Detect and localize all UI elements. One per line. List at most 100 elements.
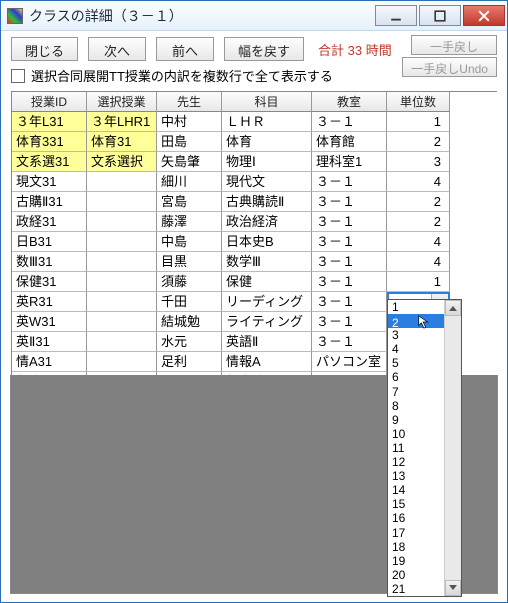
table-cell[interactable]: 体育館 [312, 132, 387, 152]
table-cell[interactable]: ３－１ [312, 312, 387, 332]
table-cell[interactable] [87, 172, 157, 192]
table-cell[interactable]: 目黒 [157, 252, 222, 272]
table-cell[interactable]: 文系選31 [12, 152, 87, 172]
prev-button[interactable]: 前へ [156, 37, 214, 61]
dropdown-item[interactable]: 11 [388, 441, 444, 455]
table-cell[interactable]: 英R31 [12, 292, 87, 312]
dropdown-item[interactable]: 8 [388, 399, 444, 413]
table-cell[interactable]: 1 [387, 112, 450, 132]
table-cell[interactable]: 4 [387, 232, 450, 252]
table-cell[interactable]: 情A31 [12, 352, 87, 372]
table-cell[interactable]: ３－１ [312, 192, 387, 212]
table-cell[interactable] [87, 312, 157, 332]
dropdown-item[interactable]: 7 [388, 385, 444, 399]
dropdown-item[interactable]: 12 [388, 455, 444, 469]
table-cell[interactable]: ３－１ [312, 292, 387, 312]
dropdown-item[interactable]: 13 [388, 469, 444, 483]
table-cell[interactable]: ＬＨＲ [222, 112, 312, 132]
table-cell[interactable] [87, 252, 157, 272]
table-cell[interactable]: 英Ⅱ31 [12, 332, 87, 352]
table-cell[interactable]: 古購Ⅱ31 [12, 192, 87, 212]
dropdown-item[interactable]: 15 [388, 497, 444, 511]
table-cell[interactable]: 政治経済 [222, 212, 312, 232]
dropdown-item[interactable]: 19 [388, 554, 444, 568]
dropdown-item[interactable]: 6 [388, 370, 444, 384]
table-cell[interactable]: 英W31 [12, 312, 87, 332]
table-cell[interactable]: 足利 [157, 352, 222, 372]
table-cell[interactable]: 日本史B [222, 232, 312, 252]
dropdown-item[interactable]: 2 [388, 314, 444, 328]
table-cell[interactable]: ライティング [222, 312, 312, 332]
table-cell[interactable]: 矢島肇 [157, 152, 222, 172]
minimize-button[interactable] [375, 5, 417, 26]
table-cell[interactable]: 中島 [157, 232, 222, 252]
dropdown-item[interactable]: 18 [388, 540, 444, 554]
dropdown-item[interactable]: 4 [388, 342, 444, 356]
table-cell[interactable]: 政経31 [12, 212, 87, 232]
table-cell[interactable] [87, 332, 157, 352]
multiline-checkbox[interactable] [11, 69, 25, 83]
units-dropdown[interactable]: 123456789101112131415161718192021 [387, 299, 462, 597]
table-cell[interactable]: 3 [387, 152, 450, 172]
scroll-up-button[interactable] [445, 300, 461, 316]
table-cell[interactable]: 数学Ⅲ [222, 252, 312, 272]
table-cell[interactable]: 保健31 [12, 272, 87, 292]
table-cell[interactable]: 日B31 [12, 232, 87, 252]
undo-button[interactable]: 一手戻し [411, 35, 497, 55]
table-cell[interactable]: ３年L31 [12, 112, 87, 132]
table-cell[interactable]: 物理Ⅰ [222, 152, 312, 172]
dropdown-item[interactable]: 1 [388, 300, 444, 314]
col-header[interactable]: 教室 [312, 92, 387, 112]
table-cell[interactable]: 4 [387, 252, 450, 272]
table-cell[interactable]: ３－１ [312, 272, 387, 292]
table-cell[interactable]: 結城勉 [157, 312, 222, 332]
table-cell[interactable]: 現代文 [222, 172, 312, 192]
dropdown-item[interactable]: 10 [388, 427, 444, 441]
table-cell[interactable] [87, 272, 157, 292]
table-cell[interactable]: 体育331 [12, 132, 87, 152]
table-cell[interactable]: 水元 [157, 332, 222, 352]
dropdown-item[interactable]: 16 [388, 511, 444, 525]
table-cell[interactable]: ３－１ [312, 112, 387, 132]
table-cell[interactable]: 中村 [157, 112, 222, 132]
table-cell[interactable]: ３－１ [312, 332, 387, 352]
table-cell[interactable] [87, 292, 157, 312]
dropdown-item[interactable]: 14 [388, 483, 444, 497]
dropdown-item[interactable]: 9 [388, 413, 444, 427]
table-cell[interactable]: 細川 [157, 172, 222, 192]
table-cell[interactable] [87, 352, 157, 372]
maximize-button[interactable] [419, 5, 461, 26]
table-cell[interactable]: 宮島 [157, 192, 222, 212]
table-cell[interactable]: ３年LHR1 [87, 112, 157, 132]
table-cell[interactable]: 英語Ⅱ [222, 332, 312, 352]
dropdown-item[interactable]: 21 [388, 582, 444, 596]
close-window-button[interactable] [463, 5, 505, 26]
col-header[interactable]: 科目 [222, 92, 312, 112]
col-header[interactable]: 選択授業 [87, 92, 157, 112]
table-cell[interactable]: 文系選択 [87, 152, 157, 172]
table-cell[interactable]: 数Ⅲ31 [12, 252, 87, 272]
table-cell[interactable]: 理科室1 [312, 152, 387, 172]
next-button[interactable]: 次へ [88, 37, 146, 61]
table-cell[interactable] [87, 212, 157, 232]
table-cell[interactable]: 2 [387, 212, 450, 232]
col-header[interactable]: 先生 [157, 92, 222, 112]
table-cell[interactable]: ３－１ [312, 252, 387, 272]
reset-width-button[interactable]: 幅を戻す [224, 37, 304, 61]
table-cell[interactable]: ３－１ [312, 172, 387, 192]
table-cell[interactable]: 現文31 [12, 172, 87, 192]
table-cell[interactable]: 田島 [157, 132, 222, 152]
scroll-down-button[interactable] [445, 580, 461, 596]
table-cell[interactable]: 保健 [222, 272, 312, 292]
table-cell[interactable]: 千田 [157, 292, 222, 312]
table-cell[interactable]: 体育31 [87, 132, 157, 152]
table-cell[interactable]: 藤澤 [157, 212, 222, 232]
close-button[interactable]: 閉じる [11, 37, 78, 61]
table-cell[interactable]: ３－１ [312, 212, 387, 232]
table-cell[interactable]: 情報A [222, 352, 312, 372]
col-header[interactable]: 単位数 [387, 92, 450, 112]
dropdown-item[interactable]: 3 [388, 328, 444, 342]
table-cell[interactable]: 1 [387, 272, 450, 292]
undo2-button[interactable]: 一手戻しUndo [402, 57, 497, 77]
table-cell[interactable]: 2 [387, 132, 450, 152]
